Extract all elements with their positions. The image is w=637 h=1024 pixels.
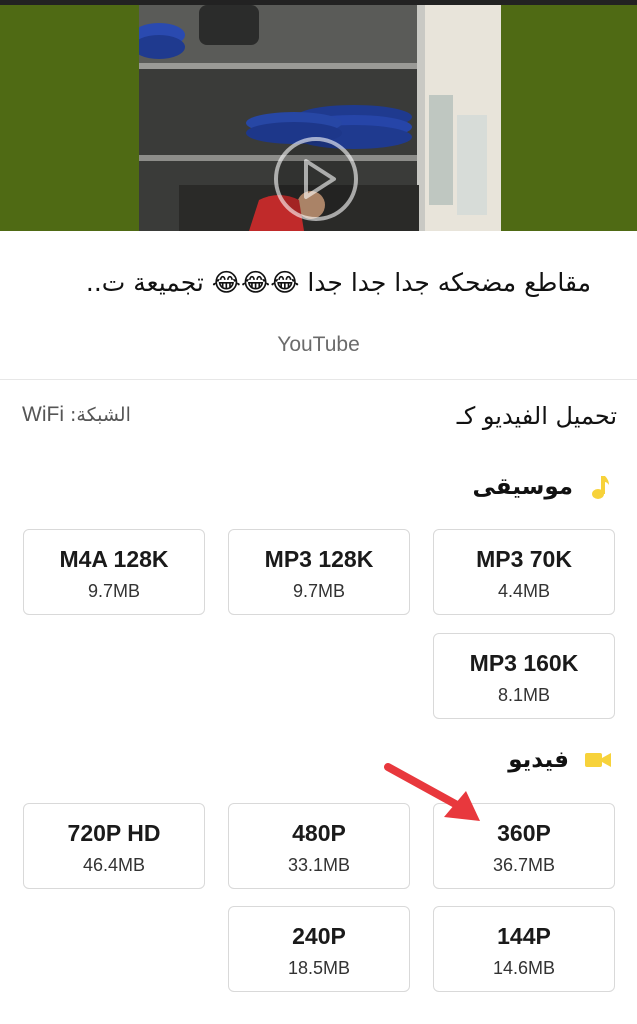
option-quality: M4A 128K xyxy=(59,546,169,572)
option-quality: 144P xyxy=(497,923,551,949)
option-quality: MP3 70K xyxy=(476,546,572,572)
option-size: 4.4MB xyxy=(497,581,551,601)
download-heading: تحميل الفيديو كـ xyxy=(456,402,617,430)
video-title: مقاطع مضحكه جدا جدا جدا 😂😂😂 تجميعة ت.. xyxy=(85,268,591,297)
option-size: 9.7MB xyxy=(292,581,346,601)
divider xyxy=(0,379,637,380)
option-size: 36.7MB xyxy=(492,855,556,875)
network-value: WiFi xyxy=(22,403,64,426)
video-option-144p[interactable]: 144P 14.6MB xyxy=(433,906,615,992)
video-option-240p[interactable]: 240P 18.5MB xyxy=(228,906,410,992)
option-size: 46.4MB xyxy=(82,855,146,875)
music-option-mp3-160k[interactable]: MP3 160K 8.1MB xyxy=(433,633,615,719)
option-size: 33.1MB xyxy=(287,855,351,875)
option-quality: 720P HD xyxy=(67,820,161,846)
music-section-label: موسيقى xyxy=(472,474,574,500)
music-option-mp3-128k[interactable]: MP3 128K 9.7MB xyxy=(228,529,410,615)
option-size: 9.7MB xyxy=(87,581,141,601)
option-size: 8.1MB xyxy=(497,685,551,705)
option-quality: MP3 160K xyxy=(469,650,579,676)
play-icon[interactable] xyxy=(272,135,360,223)
video-thumbnail[interactable] xyxy=(139,5,501,231)
option-size: 14.6MB xyxy=(492,958,556,978)
video-section-header: فيديو xyxy=(508,747,611,773)
video-option-720p-hd[interactable]: 720P HD 46.4MB xyxy=(23,803,205,889)
video-camera-icon xyxy=(585,753,611,767)
video-player[interactable] xyxy=(0,5,637,231)
video-source: YouTube xyxy=(277,333,360,356)
option-size: 18.5MB xyxy=(287,958,351,978)
music-option-mp3-70k[interactable]: MP3 70K 4.4MB xyxy=(433,529,615,615)
red-arrow-annotation xyxy=(384,763,480,821)
music-section-header: موسيقى xyxy=(473,474,612,500)
music-note-icon xyxy=(592,476,609,499)
video-section-label: فيديو xyxy=(508,747,569,773)
option-quality: MP3 128K xyxy=(264,546,374,572)
option-quality: 240P xyxy=(292,923,346,949)
music-option-m4a-128k[interactable]: M4A 128K 9.7MB xyxy=(23,529,205,615)
network-label: الشبكة: xyxy=(70,404,131,426)
network-indicator: الشبكة: WiFi xyxy=(22,403,131,427)
